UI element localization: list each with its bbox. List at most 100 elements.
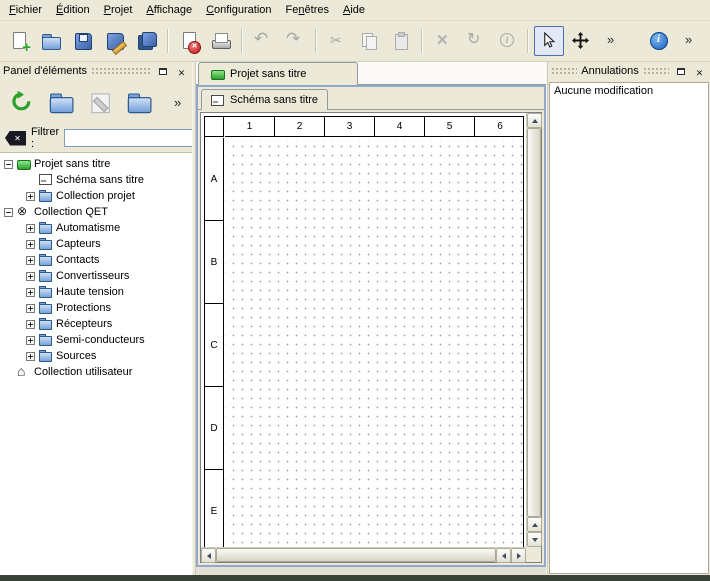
new-file-icon <box>9 31 29 51</box>
tree-item[interactable]: Semi-conducteurs <box>0 332 192 348</box>
paste-button[interactable] <box>386 26 416 56</box>
dock-grip[interactable] <box>551 67 577 76</box>
horizontal-scrollbar[interactable] <box>201 547 526 562</box>
expand-icon[interactable] <box>26 336 35 345</box>
collapse-icon[interactable] <box>4 208 13 217</box>
move-parts-button[interactable] <box>566 26 596 56</box>
expand-icon[interactable] <box>26 240 35 249</box>
menu-item-4[interactable]: Configuration <box>199 0 278 20</box>
horizontal-scroll-thumb[interactable] <box>216 548 496 562</box>
save-all-button[interactable] <box>132 26 162 56</box>
new-element-button[interactable] <box>45 86 77 118</box>
cut-button[interactable] <box>322 26 352 56</box>
project-tab-label: Projet sans titre <box>230 68 306 80</box>
save-as-button[interactable] <box>100 26 130 56</box>
folder-icon <box>39 270 53 282</box>
vertical-scrollbar[interactable] <box>526 113 541 547</box>
close-icon <box>696 64 704 79</box>
delete-button[interactable] <box>428 26 458 56</box>
tree-item[interactable]: Schéma sans titre <box>0 172 192 188</box>
element-info-button[interactable] <box>492 26 522 56</box>
scroll-up-button[interactable] <box>527 113 542 128</box>
save-icon <box>73 31 93 51</box>
open-folder-button[interactable] <box>36 26 66 56</box>
tree-item[interactable]: Capteurs <box>0 236 192 252</box>
save-button[interactable] <box>68 26 98 56</box>
expand-icon[interactable] <box>26 256 35 265</box>
folder-icon <box>39 318 53 330</box>
menu-item-1[interactable]: Édition <box>49 0 97 20</box>
expand-icon[interactable] <box>26 288 35 297</box>
print-button[interactable] <box>206 26 236 56</box>
expand-icon[interactable] <box>26 320 35 329</box>
select-arrow-button[interactable] <box>534 26 564 56</box>
tree-item[interactable]: Protections <box>0 300 192 316</box>
dock-grip[interactable] <box>91 67 151 76</box>
expand-icon[interactable] <box>26 352 35 361</box>
tree-item[interactable]: Collection utilisateur <box>0 364 192 380</box>
undo-button[interactable] <box>248 26 278 56</box>
whats-this-button[interactable] <box>644 26 674 56</box>
reload-collections-button[interactable] <box>6 86 38 118</box>
undo-panel-titlebar: Annulations <box>548 62 710 80</box>
float-icon <box>159 68 167 75</box>
close-panel-button[interactable] <box>692 64 707 78</box>
toolbar-separator <box>527 29 529 53</box>
tree-item[interactable]: Collection projet <box>0 188 192 204</box>
close-file-button[interactable] <box>174 26 204 56</box>
expand-icon[interactable] <box>26 272 35 281</box>
expander-slot <box>25 240 36 249</box>
tree-item[interactable]: Automatisme <box>0 220 192 236</box>
undo-status-text: Aucune modification <box>550 83 708 99</box>
tree-item[interactable]: Récepteurs <box>0 316 192 332</box>
toolbar-overflow-right-button[interactable] <box>676 26 706 56</box>
scroll-left-button[interactable] <box>201 548 216 563</box>
tree-item-label: Semi-conducteurs <box>56 334 145 346</box>
tree-item[interactable]: Collection QET <box>0 204 192 220</box>
schema-canvas[interactable] <box>225 138 523 551</box>
scroll-down-button[interactable] <box>527 532 542 547</box>
new-file-button[interactable] <box>4 26 34 56</box>
project-tab[interactable]: Projet sans titre <box>198 62 358 85</box>
toolbar-overflow-button[interactable] <box>598 26 628 56</box>
redo-button[interactable] <box>280 26 310 56</box>
scroll-up-button-2[interactable] <box>527 517 542 532</box>
menu-item-6[interactable]: Aide <box>336 0 372 20</box>
tree-item-label: Collection projet <box>56 190 135 202</box>
float-panel-button[interactable] <box>155 64 170 78</box>
delete-element-button[interactable] <box>123 86 155 118</box>
tree-item[interactable]: Haute tension <box>0 284 192 300</box>
copy-button[interactable] <box>354 26 384 56</box>
rotate-button[interactable] <box>460 26 490 56</box>
tree-item[interactable]: Convertisseurs <box>0 268 192 284</box>
clear-filter-button[interactable] <box>5 131 26 146</box>
edit-element-button[interactable] <box>84 86 116 118</box>
toolbar-separator <box>167 29 169 53</box>
tree-item[interactable]: Contacts <box>0 252 192 268</box>
menu-item-5[interactable]: Fenêtres <box>279 0 336 20</box>
expand-icon[interactable] <box>26 304 35 313</box>
collapse-icon[interactable] <box>4 160 13 169</box>
tree-item[interactable]: Sources <box>0 348 192 364</box>
vertical-scroll-thumb[interactable] <box>527 128 541 517</box>
column-label: 5 <box>425 117 475 136</box>
expand-icon[interactable] <box>26 192 35 201</box>
copy-icon <box>359 31 379 51</box>
close-panel-button[interactable] <box>174 64 189 78</box>
scroll-right-button[interactable] <box>511 548 526 563</box>
schema-tab[interactable]: Schéma sans titre <box>201 89 328 110</box>
cut-icon <box>327 31 347 51</box>
tree-item-label: Contacts <box>56 254 99 266</box>
scroll-left-button-2[interactable] <box>496 548 511 563</box>
menu-item-3[interactable]: Affichage <box>139 0 199 20</box>
menu-item-2[interactable]: Projet <box>97 0 140 20</box>
dock-grip[interactable] <box>643 67 669 76</box>
tree-item[interactable]: Projet sans titre <box>0 156 192 172</box>
print-icon <box>211 31 231 51</box>
expand-icon[interactable] <box>26 224 35 233</box>
row-label: B <box>205 221 223 304</box>
float-panel-button[interactable] <box>673 64 688 78</box>
panel-overflow-icon[interactable] <box>170 94 186 110</box>
undo-list: Aucune modification <box>549 82 709 574</box>
menu-item-0[interactable]: Fichier <box>2 0 49 20</box>
